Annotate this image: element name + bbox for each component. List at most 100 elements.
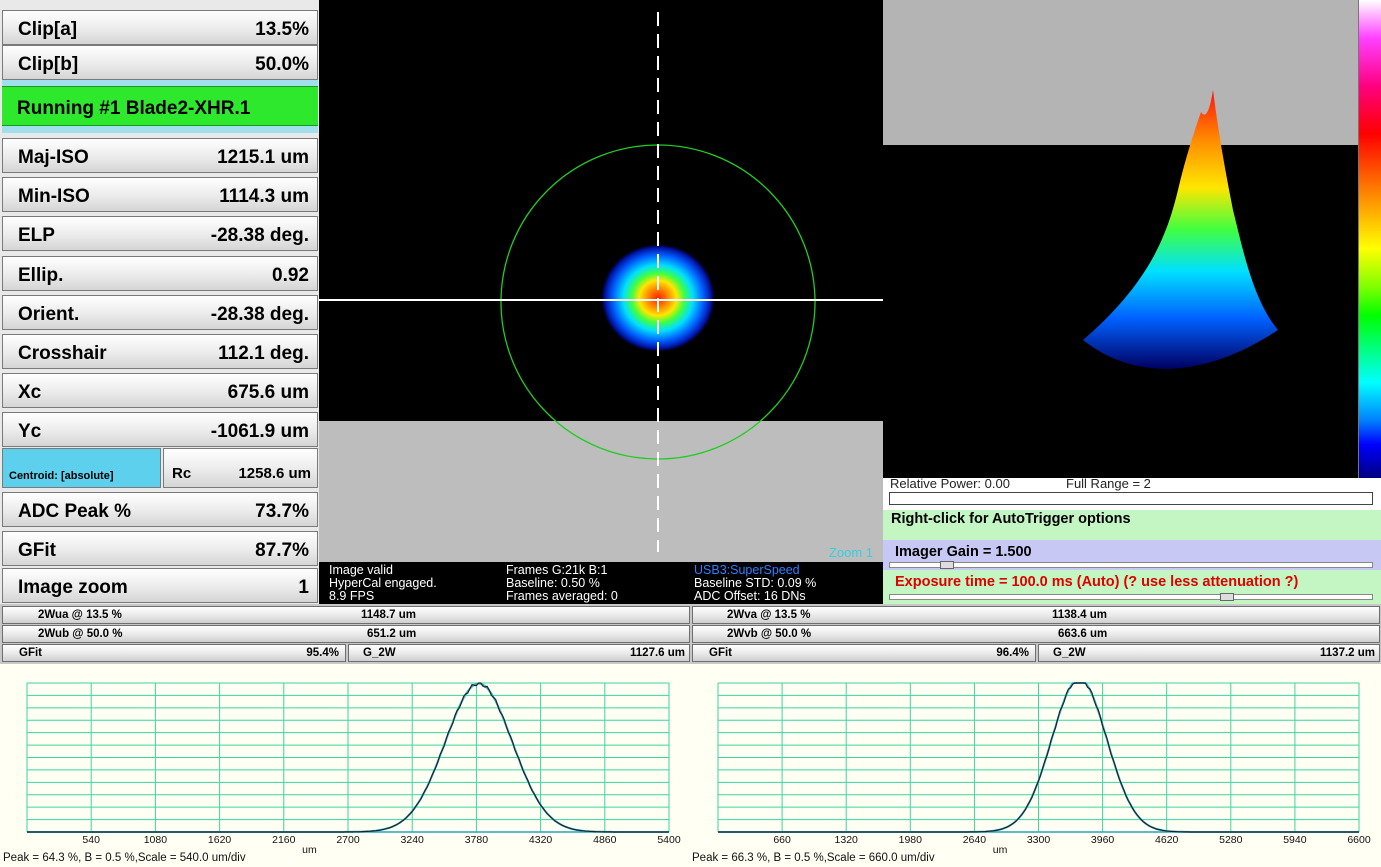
centroid-mode-button[interactable]: Centroid: [absolute] <box>2 448 161 488</box>
x-tick-label: 1980 <box>899 834 923 846</box>
beam-3d-view[interactable] <box>883 0 1358 478</box>
width-va-value: 1138.4 um <box>1052 609 1107 621</box>
clip-b-value: 50.0% <box>255 54 309 75</box>
relative-power-label: Relative Power: 0.00 <box>890 476 1010 491</box>
x-tick-label: 2700 <box>336 834 360 846</box>
relative-power-panel: Relative Power: 0.00 Full Range = 2 <box>883 476 1381 510</box>
adc-peak-label: ADC Peak % <box>18 501 131 522</box>
x-axis-label: um <box>302 844 317 856</box>
gfit-value: 87.7% <box>255 540 309 561</box>
maj-iso-value: 1215.1 um <box>217 147 309 168</box>
orient-row[interactable]: Orient. -28.38 deg. <box>2 295 318 330</box>
color-scale-bar <box>1358 0 1381 478</box>
ellip-row[interactable]: Ellip. 0.92 <box>2 256 318 291</box>
status-row: Running #1 Blade2-XHR.1 <box>2 80 318 133</box>
info-line: ADC Offset: 16 DNs <box>694 589 806 603</box>
width-va-label: 2Wva @ 13.5 % <box>727 609 811 621</box>
y-profile-caption: Peak = 66.3 %, B = 0.5 %,Scale = 660.0 u… <box>692 852 935 864</box>
relative-power-bar <box>889 492 1373 505</box>
yc-value: -1061.9 um <box>210 421 309 442</box>
x-tick-label: 1320 <box>835 834 859 846</box>
beam-3d-surface <box>1083 90 1278 369</box>
centroid-row: Centroid: [absolute] Rc 1258.6 um <box>2 448 318 488</box>
exposure-slider-thumb[interactable] <box>1220 593 1234 601</box>
clip-b-row[interactable]: Clip[b] 50.0% <box>2 45 318 80</box>
width-vb-label: 2Wvb @ 50.0 % <box>727 628 812 640</box>
rc-box[interactable]: Rc 1258.6 um <box>163 448 318 488</box>
zoom-label: Zoom 1 <box>828 545 873 560</box>
adc-peak-row[interactable]: ADC Peak % 73.7% <box>2 492 318 527</box>
crosshair-row[interactable]: Crosshair 112.1 deg. <box>2 334 318 369</box>
width-row-ub[interactable]: 2Wub @ 50.0 % 651.2 um <box>2 625 690 643</box>
x-tick-label: 5940 <box>1283 834 1307 846</box>
image-zoom-value: 1 <box>298 577 309 598</box>
crosshair-label: Crosshair <box>18 343 107 364</box>
g2w-right-value: 1137.2 um <box>1320 647 1375 659</box>
x-tick-label: 540 <box>82 834 100 846</box>
crosshair-value: 112.1 deg. <box>218 343 309 364</box>
beam-2d-overlay <box>319 12 883 552</box>
x-tick-label: 1620 <box>208 834 232 846</box>
exposure-slider[interactable] <box>889 593 1373 601</box>
gfit-right-label: GFit <box>709 647 732 659</box>
x-tick-label: 3960 <box>1091 834 1115 846</box>
run-status-button[interactable]: Running #1 Blade2-XHR.1 <box>2 86 318 126</box>
image-zoom-row[interactable]: Image zoom 1 <box>2 568 318 603</box>
width-results: 2Wua @ 13.5 % 1148.7 um 2Wub @ 50.0 % 65… <box>0 604 1381 664</box>
g2w-left-label: G_2W <box>363 647 396 659</box>
beam-2d-view[interactable]: Zoom 1 <box>319 0 883 562</box>
maj-iso-row[interactable]: Maj-ISO 1215.1 um <box>2 138 318 173</box>
gfit-row[interactable]: GFit 87.7% <box>2 531 318 566</box>
run-status-text: Running #1 Blade2-XHR.1 <box>17 98 251 119</box>
x-tick-label: 1080 <box>144 834 168 846</box>
yc-row[interactable]: Yc -1061.9 um <box>2 412 318 447</box>
adc-peak-value: 73.7% <box>255 501 309 522</box>
width-row-vb[interactable]: 2Wvb @ 50.0 % 663.6 um <box>692 625 1380 643</box>
elp-label: ELP <box>18 225 55 246</box>
xc-row[interactable]: Xc 675.6 um <box>2 373 318 408</box>
g2w-right-row[interactable]: G_2W 1137.2 um <box>1038 644 1380 662</box>
width-ub-label: 2Wub @ 50.0 % <box>38 628 123 640</box>
g2w-right-label: G_2W <box>1053 647 1086 659</box>
elp-row[interactable]: ELP -28.38 deg. <box>2 216 318 251</box>
width-ua-value: 1148.7 um <box>361 609 416 621</box>
x-profile-caption: Peak = 64.3 %, B = 0.5 %,Scale = 540.0 u… <box>3 852 246 864</box>
width-row-ua[interactable]: 2Wua @ 13.5 % 1148.7 um <box>2 606 690 624</box>
info-line: 8.9 FPS <box>329 589 375 603</box>
y-profile-plot: 660 1320 1980 2640 3300 3960 4620 5280 5940 6600 u… <box>717 682 1371 856</box>
beam-3d-peak <box>1083 90 1278 369</box>
x-tick-label: 5400 <box>657 834 681 846</box>
x-tick-label: 3240 <box>401 834 425 846</box>
gain-slider[interactable] <box>889 561 1373 569</box>
g2w-left-row[interactable]: G_2W 1127.6 um <box>348 644 690 662</box>
x-tick-label: 5280 <box>1219 834 1243 846</box>
gain-slider-thumb[interactable] <box>940 561 954 569</box>
gfit-left-row[interactable]: GFit 95.4% <box>2 644 346 662</box>
x-tick-label: 4860 <box>593 834 617 846</box>
width-row-va[interactable]: 2Wva @ 13.5 % 1138.4 um <box>692 606 1380 624</box>
exposure-control[interactable]: Exposure time = 100.0 ms (Auto) (? use l… <box>883 570 1381 604</box>
xc-label: Xc <box>18 382 42 403</box>
clip-a-value: 13.5% <box>255 19 309 40</box>
x-tick-label: 4320 <box>529 834 553 846</box>
clip-b-label: Clip[b] <box>18 54 79 75</box>
x-tick-label: 3780 <box>465 834 489 846</box>
clip-a-row[interactable]: Clip[a] 13.5% <box>2 10 318 45</box>
autotrigger-button[interactable]: Right-click for AutoTrigger options <box>883 510 1381 540</box>
x-tick-label: 660 <box>773 834 791 846</box>
x-tick-label: 2640 <box>963 834 987 846</box>
image-zoom-label: Image zoom <box>18 577 128 598</box>
rc-label: Rc <box>172 465 192 482</box>
gfit-left-label: GFit <box>19 647 42 659</box>
gfit-right-row[interactable]: GFit 96.4% <box>692 644 1036 662</box>
xc-value: 675.6 um <box>227 382 309 403</box>
centroid-mode-label: Centroid: [absolute] <box>9 470 114 482</box>
imager-gain-control[interactable]: Imager Gain = 1.500 <box>883 540 1381 570</box>
x-tick-label: 3300 <box>1027 834 1051 846</box>
yc-label: Yc <box>18 421 42 442</box>
min-iso-value: 1114.3 um <box>219 186 309 207</box>
maj-iso-label: Maj-ISO <box>18 147 89 168</box>
min-iso-row[interactable]: Min-ISO 1114.3 um <box>2 177 318 212</box>
gfit-right-value: 96.4% <box>996 647 1029 659</box>
g2w-left-value: 1127.6 um <box>630 647 685 659</box>
